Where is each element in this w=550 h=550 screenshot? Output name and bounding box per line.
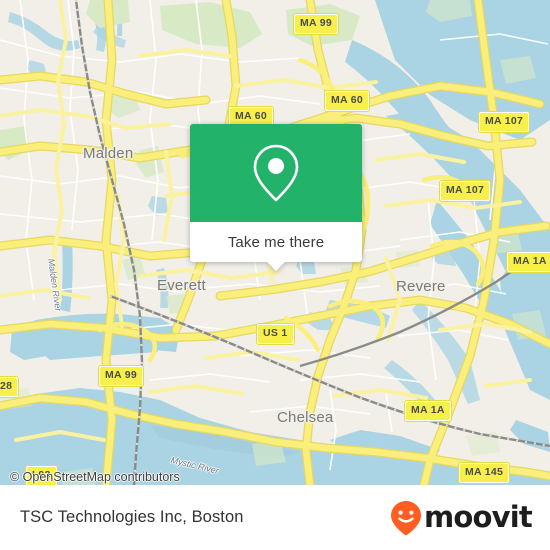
- take-me-there-popup[interactable]: Take me there: [190, 124, 362, 271]
- map-label-revere: Revere: [396, 278, 446, 295]
- popup-pointer-tail: [266, 261, 286, 271]
- moovit-map-share-card: Malden Everett Revere Chelsea Malden Riv…: [0, 0, 550, 550]
- road-shield-ma-145: MA 145: [457, 462, 511, 484]
- road-shield-ma-99-north: MA 99: [292, 13, 340, 35]
- road-shield-ma-107-south: MA 107: [438, 180, 492, 202]
- map-pin-icon: [253, 144, 299, 202]
- footer-bar: TSC Technologies Inc, Boston moovit: [0, 485, 550, 550]
- road-shield-ma-99-south: MA 99: [97, 365, 145, 387]
- road-shield-28: 28: [0, 376, 20, 398]
- road-shield-ma-1a-north: MA 1A: [506, 251, 550, 273]
- place-title: TSC Technologies Inc, Boston: [20, 508, 244, 526]
- popup-action-panel[interactable]: Take me there: [190, 222, 362, 271]
- map-label-malden: Malden: [83, 145, 134, 162]
- road-shield-ma-1a-south: MA 1A: [404, 400, 452, 422]
- map-label-everett: Everett: [157, 277, 206, 294]
- moovit-smiling-pin-icon: [391, 500, 422, 535]
- popup-pin-panel: [190, 124, 362, 222]
- road-shield-ma-60-east: MA 60: [323, 90, 371, 112]
- moovit-wordmark: moovit: [424, 500, 533, 534]
- moovit-brand-logo[interactable]: moovit: [389, 500, 533, 536]
- osm-attribution[interactable]: © OpenStreetMap contributors: [10, 470, 180, 484]
- map-canvas[interactable]: Malden Everett Revere Chelsea Malden Riv…: [0, 0, 550, 485]
- map-label-chelsea: Chelsea: [277, 409, 334, 426]
- road-shield-us-1: US 1: [256, 323, 295, 345]
- take-me-there-label: Take me there: [227, 233, 325, 251]
- road-shield-ma-107-north: MA 107: [477, 111, 531, 133]
